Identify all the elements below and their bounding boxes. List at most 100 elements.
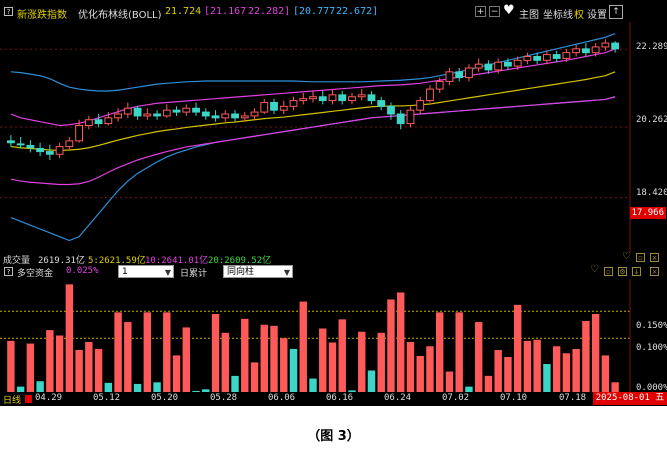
indicator-bar (114, 312, 122, 392)
indicator-bar (153, 382, 161, 392)
boll-lower-line (10, 96, 616, 186)
indicator-bar (280, 338, 288, 392)
candle-body (523, 56, 532, 61)
boll-outer-low-value: [20.777 (293, 6, 336, 17)
indicator-bar (367, 370, 376, 392)
close-icon[interactable]: × (650, 267, 659, 276)
candle-body (299, 98, 308, 102)
current-date-tag: 2025-08-01 五 (593, 392, 667, 405)
heart-icon[interactable]: ♥ (503, 3, 515, 18)
indicator-bar (133, 383, 142, 392)
settings-icon[interactable]: ⚙ (618, 267, 627, 276)
period-select[interactable]: 1 ▼ (118, 265, 174, 278)
boll-band-high-value: 22.282] (248, 6, 291, 17)
indicator-bar (26, 343, 35, 392)
candle-body (601, 42, 610, 48)
candle-body (26, 144, 35, 149)
candle-body (309, 96, 317, 100)
indicator-bar (474, 322, 483, 392)
indicator-bar (172, 355, 181, 392)
boll-mid-value: 21.724 (165, 6, 202, 17)
indicator-bar (309, 378, 317, 392)
candle-body (84, 119, 93, 126)
zoom-in-button[interactable]: + (475, 6, 486, 17)
indicator-bar (445, 371, 454, 392)
indicator-header: ? 多空资金 0.025% 日累计 ♡ ▫ ⚙ ↓ × (0, 264, 667, 279)
candle-body (211, 115, 220, 119)
candle-body (231, 113, 239, 119)
indicator-bar (582, 320, 590, 392)
indicator-bar (270, 325, 278, 392)
indicator-bar (358, 331, 366, 392)
question-icon[interactable]: ? (4, 7, 13, 16)
indicator-bar (221, 332, 229, 392)
candle-body (123, 107, 132, 115)
window-icon[interactable]: ▫ (636, 253, 645, 262)
date-label: 07.10 (500, 393, 528, 403)
indicator-bar (143, 312, 152, 392)
indicator-bar (250, 362, 259, 392)
indicator-bar (601, 355, 610, 392)
candle-body (445, 71, 454, 82)
candle-body (484, 63, 493, 71)
close-icon[interactable]: × (650, 253, 659, 262)
indicator-bar (104, 382, 113, 392)
collapse-icon[interactable]: ↑ (609, 5, 623, 19)
indicator-bar (94, 348, 103, 392)
indicator-bar (611, 382, 619, 392)
boll-outer-lower-line (10, 96, 616, 242)
price-axis-label-mid: 20.262 (636, 115, 667, 125)
indicator-bar (543, 364, 551, 392)
heart-icon[interactable]: ♡ (622, 251, 631, 262)
heart-icon[interactable]: ♡ (590, 264, 599, 275)
indicator-bar (533, 339, 541, 392)
candle-body (162, 109, 171, 117)
indicator-bar (338, 319, 346, 392)
bar-style-select-value: 同向柱 (227, 267, 255, 277)
bar-style-select[interactable]: 同向柱 ▼ (223, 265, 293, 278)
candle-body (504, 61, 512, 67)
candle-body (172, 109, 181, 113)
indicator-bar (484, 375, 493, 392)
window-icon[interactable]: ▫ (604, 267, 613, 276)
candle-body (16, 143, 25, 146)
indicator-bar (75, 350, 83, 392)
candle-body (114, 113, 122, 119)
arrow-icon[interactable]: ↓ (632, 267, 641, 276)
candle-body (75, 125, 84, 142)
date-label: 05.28 (210, 393, 238, 403)
price-axis-label-top: 22.289 (636, 42, 667, 52)
indicator-bar (163, 312, 171, 392)
rights-button[interactable]: 权 (574, 6, 584, 21)
candle-body (581, 48, 590, 54)
candle-body (250, 111, 259, 117)
main-chart-button[interactable]: 主图 (519, 6, 539, 21)
candle-body (65, 140, 74, 148)
indicator-bar (572, 348, 580, 392)
indicator-bar (416, 355, 424, 392)
boll-band-low-value: [21.167 (204, 6, 247, 17)
volume-header: 成交量 2619.31亿 5:2621.59亿 10:2641.01亿 20:2… (0, 251, 667, 266)
period-select-value: 1 (122, 267, 128, 277)
candle-body (143, 113, 152, 117)
settings-button[interactable]: 设置 (587, 6, 607, 21)
indicator-bar (182, 327, 191, 392)
coordinate-line-button[interactable]: 坐标线 (543, 6, 573, 21)
zoom-out-button[interactable]: − (489, 6, 500, 17)
candle-body (377, 100, 386, 107)
indicator-bar (552, 346, 561, 392)
overlay-name[interactable]: 优化布林线(BOLL) (78, 6, 162, 21)
candle-body (611, 42, 620, 50)
date-label: 06.06 (268, 393, 296, 403)
indicator-bar (494, 350, 502, 392)
candle-body (104, 117, 113, 125)
candle-body (192, 107, 200, 113)
indicator-name[interactable]: 多空资金 (17, 266, 53, 279)
indicator-bar (46, 330, 54, 392)
indicator-value: 0.025% (66, 266, 99, 276)
indicator-bar (591, 313, 600, 392)
candle-body (572, 48, 581, 54)
question-icon[interactable]: ? (4, 267, 13, 276)
period-label[interactable]: 日线 (3, 393, 21, 406)
indicator-title[interactable]: 新涨跌指数 (17, 6, 67, 21)
